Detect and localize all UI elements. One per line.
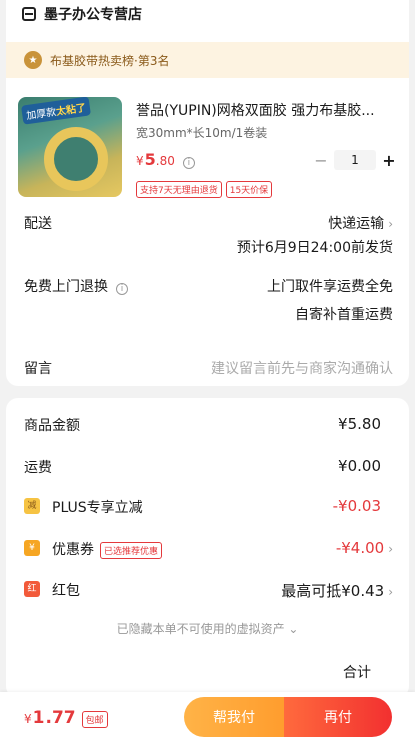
- store-icon: [22, 7, 36, 21]
- info-icon[interactable]: i: [116, 283, 128, 295]
- goods-amount-label: 商品金额: [24, 418, 80, 434]
- product-title[interactable]: 誉品(YUPIN)网格双面胶 强力布基胶...: [136, 100, 392, 120]
- freight-label: 运费: [24, 460, 52, 476]
- delivery-method[interactable]: 快递运输 ›: [328, 213, 393, 233]
- help-me-pay-button[interactable]: 帮我付: [184, 697, 284, 737]
- goods-amount: ¥5.80: [338, 415, 381, 433]
- quantity-input[interactable]: 1: [334, 150, 376, 170]
- chevron-right-icon: ›: [388, 585, 393, 599]
- pay-button[interactable]: 再付: [284, 697, 392, 737]
- return-line1: 上门取件享运费全免: [267, 279, 393, 295]
- badge-7day-return: 支持7天无理由退货: [136, 181, 222, 198]
- product-price: ¥5.80 i: [136, 150, 195, 169]
- chevron-right-icon: ›: [388, 542, 393, 556]
- shop-name: 墨子办公专营店: [44, 7, 142, 23]
- info-icon[interactable]: i: [182, 157, 195, 169]
- freight-amount: ¥0.00: [338, 457, 381, 475]
- plus-button[interactable]: +: [378, 151, 400, 170]
- hidden-assets-toggle[interactable]: 已隐藏本单不可使用的虚拟资产 ⌄: [0, 620, 415, 637]
- product-spec[interactable]: 宽30mm*长10m/1卷装: [136, 124, 267, 141]
- thumb-tag: 加厚款太粘了: [21, 97, 91, 125]
- return-label[interactable]: 免费上门退换 i: [24, 276, 128, 296]
- plus-discount-label: PLUS专享立减: [52, 500, 143, 516]
- total-price: ¥1.77 包邮: [24, 708, 108, 728]
- message-input[interactable]: 建议留言前先与商家沟通确认: [211, 358, 393, 378]
- chevron-right-icon: ›: [388, 217, 393, 231]
- rank-banner[interactable]: ★ 布基胶带热卖榜·第3名: [6, 42, 409, 78]
- badge-price-protect: 15天价保: [225, 181, 273, 198]
- minus-button[interactable]: −: [310, 151, 332, 170]
- product-image[interactable]: 加厚款太粘了: [18, 97, 122, 197]
- checkout-bar: ¥1.77 包邮 帮我付 再付: [0, 692, 415, 744]
- red-packet-label: 红包: [52, 583, 80, 599]
- service-badges: 支持7天无理由退货 15天价保: [136, 181, 273, 198]
- coupon-icon: ¥: [24, 540, 40, 556]
- quantity-stepper: − 1 +: [310, 150, 400, 170]
- red-packet-icon: 红: [24, 581, 40, 597]
- rank-text: 布基胶带热卖榜·第3名: [50, 53, 170, 68]
- shop-header[interactable]: 墨子办公专营店: [22, 4, 142, 24]
- free-shipping-chip: 包邮: [81, 711, 108, 728]
- plus-discount-amount: -¥0.03: [332, 497, 381, 515]
- coupon-label[interactable]: 优惠券 已选推荐优惠: [52, 539, 163, 559]
- coupon-amount[interactable]: -¥4.00 ›: [336, 539, 393, 557]
- medal-icon: ★: [24, 51, 42, 69]
- return-line2: 自寄补首重运费: [295, 307, 393, 323]
- red-packet-amount[interactable]: 最高可抵¥0.43 ›: [281, 580, 393, 601]
- message-label: 留言: [24, 361, 52, 377]
- delivery-eta: 预计6月9日24:00前发货: [236, 240, 393, 256]
- tape-roll-image: [44, 127, 108, 191]
- partial-total-label: 合计: [343, 665, 371, 681]
- delivery-label: 配送: [24, 216, 52, 232]
- plus-member-icon: 减: [24, 498, 40, 514]
- coupon-chip: 已选推荐优惠: [100, 541, 163, 559]
